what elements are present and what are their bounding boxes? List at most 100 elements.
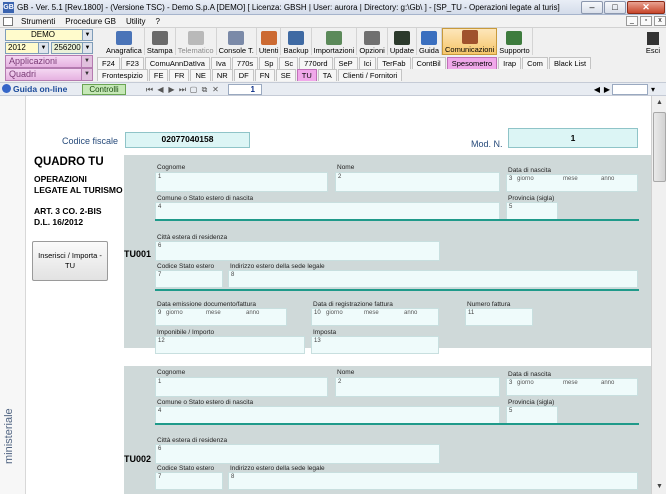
backup-button[interactable]: Backup bbox=[281, 28, 312, 55]
imposta-field[interactable]: 13 bbox=[311, 336, 439, 354]
tab-terfab[interactable]: TerFab bbox=[377, 57, 411, 69]
tab-ne[interactable]: NE bbox=[190, 69, 211, 81]
menu-procedure-gb[interactable]: Procedure GB bbox=[60, 17, 121, 26]
codice-stato-field[interactable]: 7 bbox=[155, 270, 223, 288]
stampa-button[interactable]: Stampa bbox=[145, 28, 176, 55]
esci-button[interactable]: Esci bbox=[644, 28, 662, 55]
opzioni-button[interactable]: Opzioni bbox=[357, 28, 388, 55]
inserisci-importa-button[interactable]: Inserisci / Importa - TU bbox=[32, 241, 108, 281]
main-toolbar: Anagrafica Stampa Telematico Console T. Uten… bbox=[104, 28, 533, 55]
tab-contbil[interactable]: ContBil bbox=[411, 57, 446, 69]
data-nascita-field[interactable]: 3 giorno mese anno bbox=[506, 174, 638, 192]
child-close-button[interactable]: x bbox=[654, 16, 666, 26]
tab-tu[interactable]: TU bbox=[296, 69, 317, 81]
next-page-icon[interactable]: ▶ bbox=[602, 84, 612, 95]
zoom-field[interactable] bbox=[612, 84, 648, 95]
tab-clienti-fornitori[interactable]: Clienti / Fornitori bbox=[337, 69, 403, 81]
applicazioni-header[interactable]: Applicazioni ▼ bbox=[5, 55, 93, 68]
tab-f24[interactable]: F24 bbox=[97, 57, 120, 69]
mese-label: mese bbox=[563, 176, 578, 182]
indirizzo-field[interactable]: 8 bbox=[228, 472, 638, 490]
provincia-field[interactable]: 5 bbox=[506, 406, 558, 424]
toolbar-button-label: Update bbox=[389, 46, 414, 55]
tab-frontespizio[interactable]: Frontespizio bbox=[97, 69, 148, 81]
maximize-button[interactable]: □ bbox=[604, 0, 626, 14]
guida-online-button[interactable]: Guida on-line bbox=[2, 84, 78, 95]
data-registrazione-field[interactable]: 10 giorno mese anno bbox=[311, 308, 439, 326]
scroll-down-icon[interactable]: ▼ bbox=[652, 480, 666, 494]
quadri-header[interactable]: Quadri ▼ bbox=[5, 68, 93, 81]
comune-field[interactable]: 4 bbox=[155, 406, 500, 424]
importazioni-button[interactable]: Importazioni bbox=[312, 28, 358, 55]
telematico-button[interactable]: Telematico bbox=[176, 28, 217, 55]
previous-record-icon[interactable]: ◀ bbox=[155, 84, 166, 95]
child-restore-button[interactable]: ▫ bbox=[640, 16, 652, 26]
citta-field[interactable]: 6 bbox=[155, 444, 440, 464]
comunicazioni-button[interactable]: Comunicazioni bbox=[442, 28, 498, 55]
numero-fattura-field[interactable]: 11 bbox=[465, 308, 533, 326]
new-record-icon[interactable]: ▢ bbox=[188, 84, 199, 95]
delete-record-icon[interactable]: ✕ bbox=[210, 84, 221, 95]
controlli-button[interactable]: Controlli bbox=[82, 84, 126, 95]
tab-df[interactable]: DF bbox=[233, 69, 254, 81]
menu-strumenti[interactable]: Strumenti bbox=[16, 17, 60, 26]
child-minimize-button[interactable]: _ bbox=[626, 16, 638, 26]
cognome-field[interactable]: 1 bbox=[155, 172, 328, 192]
tab-ici[interactable]: Ici bbox=[358, 57, 377, 69]
provincia-field[interactable]: 5 bbox=[506, 202, 558, 220]
zoom-dropdown-icon[interactable]: ▾ bbox=[648, 84, 658, 95]
minimize-button[interactable]: – bbox=[581, 0, 603, 14]
comune-field[interactable]: 4 bbox=[155, 202, 500, 220]
code-select[interactable]: 256200 - ▼ bbox=[51, 42, 93, 54]
first-record-icon[interactable]: ⏮ bbox=[144, 84, 155, 95]
tab-sc[interactable]: Sc bbox=[279, 57, 299, 69]
tab-spesometro[interactable]: Spesometro bbox=[446, 57, 498, 69]
imponibile-field[interactable]: 12 bbox=[155, 336, 305, 354]
tab-se[interactable]: SE bbox=[275, 69, 296, 81]
next-record-icon[interactable]: ▶ bbox=[166, 84, 177, 95]
supporto-button[interactable]: Supporto bbox=[497, 28, 533, 55]
vertical-scrollbar[interactable]: ▲ ▼ bbox=[651, 96, 666, 494]
tab-ta[interactable]: TA bbox=[317, 69, 337, 81]
menu-help[interactable]: ? bbox=[151, 17, 165, 26]
tab-black-list[interactable]: Black List bbox=[548, 57, 592, 69]
anagrafica-button[interactable]: Anagrafica bbox=[104, 28, 145, 55]
tab-iva[interactable]: Iva bbox=[210, 57, 231, 69]
tab-f23[interactable]: F23 bbox=[120, 57, 144, 69]
cognome-field[interactable]: 1 bbox=[155, 377, 328, 397]
nome-field[interactable]: 2 bbox=[335, 172, 500, 192]
data-emissione-field[interactable]: 9 giorno mese anno bbox=[155, 308, 287, 326]
prev-page-icon[interactable]: ◀ bbox=[592, 84, 602, 95]
tab-fn[interactable]: FN bbox=[254, 69, 275, 81]
tab-770s[interactable]: 770s bbox=[231, 57, 259, 69]
mod-number-field[interactable]: 1 bbox=[508, 128, 638, 148]
tab-fe[interactable]: FE bbox=[148, 69, 169, 81]
copy-record-icon[interactable]: ⧉ bbox=[199, 84, 210, 95]
nome-field[interactable]: 2 bbox=[335, 377, 500, 397]
tab-770ord[interactable]: 770ord bbox=[299, 57, 333, 69]
utenti-button[interactable]: Utenti bbox=[257, 28, 282, 55]
tab-sep[interactable]: SeP bbox=[333, 57, 358, 69]
page-number-field[interactable]: 1 bbox=[228, 84, 262, 95]
year-select[interactable]: 2012 ▼ bbox=[5, 42, 49, 54]
tab-com[interactable]: Com bbox=[522, 57, 548, 69]
indirizzo-field[interactable]: 8 bbox=[228, 270, 638, 288]
last-record-icon[interactable]: ⏭ bbox=[177, 84, 188, 95]
console-t-button[interactable]: Console T. bbox=[217, 28, 257, 55]
company-select[interactable]: DEMO ▼ bbox=[5, 29, 93, 41]
codice-fiscale-field[interactable]: 02077040158 bbox=[125, 132, 250, 148]
codice-stato-field[interactable]: 7 bbox=[155, 472, 223, 490]
scroll-thumb[interactable] bbox=[653, 112, 666, 182]
menu-utility[interactable]: Utility bbox=[121, 17, 151, 26]
scroll-up-icon[interactable]: ▲ bbox=[652, 96, 666, 110]
tab-sp[interactable]: Sp bbox=[259, 57, 279, 69]
close-button[interactable]: ✕ bbox=[627, 0, 665, 14]
citta-field[interactable]: 6 bbox=[155, 241, 440, 261]
tab-fr[interactable]: FR bbox=[169, 69, 190, 81]
update-button[interactable]: Update bbox=[388, 28, 417, 55]
tab-nr[interactable]: NR bbox=[211, 69, 233, 81]
tab-irap[interactable]: Irap bbox=[498, 57, 522, 69]
data-nascita-field[interactable]: 3 giorno mese anno bbox=[506, 378, 638, 396]
tab-comuanndativa[interactable]: ComuAnnDatIva bbox=[144, 57, 210, 69]
guida-button[interactable]: Guida bbox=[417, 28, 443, 55]
